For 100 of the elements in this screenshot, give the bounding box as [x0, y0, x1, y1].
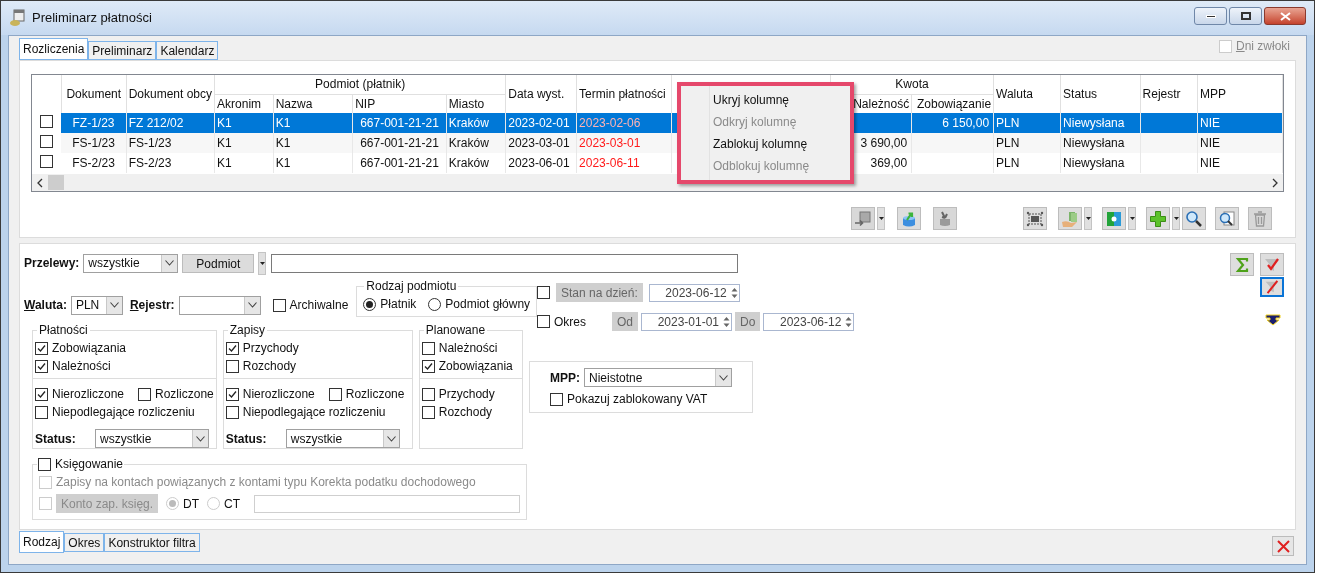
- checkbox[interactable]: [225, 387, 239, 401]
- radio-button[interactable]: [363, 297, 377, 311]
- dropdown-arrow-button[interactable]: [1084, 207, 1092, 230]
- column-header[interactable]: Data wyst.: [508, 87, 565, 101]
- checkbox[interactable]: [138, 387, 152, 401]
- column-header[interactable]: Rejestr: [1142, 87, 1181, 101]
- date-field[interactable]: 2023-06-12: [763, 312, 855, 331]
- spinner-icon: [722, 314, 731, 329]
- scrollbar-thumb[interactable]: [48, 175, 64, 190]
- date-field[interactable]: 2023-06-12: [648, 283, 740, 302]
- download-icon-button[interactable]: [933, 207, 957, 230]
- tab[interactable]: Okres: [64, 533, 105, 552]
- checkbox[interactable]: [328, 387, 342, 401]
- dropdown-arrow-button[interactable]: [258, 251, 267, 275]
- dropdown-arrow-button[interactable]: [877, 207, 885, 230]
- clear-filter-button[interactable]: [1260, 277, 1284, 297]
- column-header[interactable]: NIP: [355, 96, 376, 111]
- row-checkbox[interactable]: [40, 135, 54, 148]
- label-button[interactable]: Stan na dzień:: [556, 283, 643, 302]
- apply-filter-button[interactable]: [1260, 253, 1284, 276]
- spinner-icon: [844, 314, 854, 329]
- podmiot-field[interactable]: [271, 253, 739, 273]
- preview-icon-button[interactable]: [1215, 207, 1239, 230]
- table-cell: 2023-02-01: [508, 116, 570, 130]
- checkbox[interactable]: [35, 341, 48, 355]
- column-header[interactable]: Akronim: [217, 96, 262, 111]
- column-header[interactable]: Dokument obcy: [128, 87, 213, 101]
- tab[interactable]: Rozliczenia: [19, 38, 89, 60]
- column-header[interactable]: Dokument: [66, 87, 122, 101]
- menu-item[interactable]: Zablokuj kolumnę: [681, 133, 850, 155]
- puzzle-icon-button[interactable]: [1102, 207, 1126, 230]
- minimize-button[interactable]: [1194, 7, 1227, 25]
- column-header[interactable]: Nazwa: [275, 96, 313, 111]
- dropdown[interactable]: Nieistotne: [584, 368, 732, 387]
- column-header[interactable]: Status: [1063, 87, 1098, 101]
- column-header[interactable]: Zobowiązanie: [917, 96, 992, 111]
- dropdown-arrow-button[interactable]: [1128, 207, 1136, 230]
- checkbox[interactable]: [35, 387, 48, 401]
- caret-down-icon: [1129, 217, 1135, 220]
- search-icon-button[interactable]: [1182, 207, 1206, 230]
- account-field[interactable]: [254, 494, 521, 513]
- add-icon-button[interactable]: [1146, 207, 1170, 230]
- date-field[interactable]: 2023-01-01: [641, 312, 732, 331]
- checkbox-label: Okres: [554, 313, 586, 331]
- column-header[interactable]: Miasto: [448, 96, 485, 111]
- checkbox-label: Zapisy na kontach powiązanych z kontami typu Korekta podatku dochodowego: [56, 474, 476, 491]
- close-button[interactable]: [1264, 7, 1306, 25]
- tab[interactable]: Kalendarz: [156, 41, 219, 60]
- checkbox[interactable]: [225, 359, 239, 373]
- dropdown-arrow-button[interactable]: [1172, 207, 1180, 230]
- table-cell: Kraków: [448, 156, 489, 170]
- radio-button[interactable]: [428, 297, 442, 311]
- group-title: Rodzaj podmiotu: [366, 279, 457, 293]
- checkbox[interactable]: [421, 359, 435, 373]
- table-cell: 3 690,00: [860, 136, 908, 150]
- dropdown[interactable]: wszystkie: [95, 429, 209, 448]
- table-cell: Niewysłana: [1063, 156, 1125, 170]
- checkbox-label: Archiwalne: [289, 297, 349, 314]
- dropdown[interactable]: PLN: [70, 295, 123, 315]
- checkbox[interactable]: [421, 341, 435, 355]
- checkbox[interactable]: [35, 359, 48, 373]
- caret-down-icon: [878, 217, 884, 220]
- column-header[interactable]: Waluta: [996, 87, 1033, 101]
- podmiot-button[interactable]: Podmiot: [182, 253, 255, 273]
- chevron-down-icon: [247, 302, 257, 308]
- dropdown[interactable]: wszystkie: [285, 429, 400, 448]
- tab[interactable]: Konstruktor filtra: [104, 533, 200, 552]
- upload-icon-button[interactable]: [897, 207, 921, 230]
- table-cell: PLN: [996, 116, 1020, 130]
- checkbox[interactable]: [421, 387, 435, 401]
- column-header[interactable]: Termin płatności: [579, 87, 666, 101]
- checkbox[interactable]: [537, 315, 550, 328]
- checkbox[interactable]: [38, 457, 51, 471]
- checkbox[interactable]: [421, 405, 435, 419]
- row-checkbox[interactable]: [40, 155, 54, 168]
- label-button[interactable]: Od: [612, 312, 638, 331]
- table-cell: K1: [217, 136, 232, 150]
- row-checkbox[interactable]: [40, 115, 54, 128]
- caret-down-icon: [259, 261, 265, 265]
- checkbox[interactable]: [537, 286, 550, 299]
- checkbox[interactable]: [225, 405, 239, 419]
- dropdown[interactable]: [178, 295, 261, 315]
- column-header[interactable]: Należność: [853, 96, 910, 111]
- checkbox[interactable]: [35, 405, 48, 419]
- tab[interactable]: Rodzaj: [19, 531, 65, 553]
- menu-item[interactable]: Ukryj kolumnę: [681, 89, 850, 111]
- column-header[interactable]: MPP: [1200, 87, 1226, 101]
- dropdown[interactable]: wszystkie: [83, 253, 179, 273]
- ai-chip-icon-button[interactable]: [1023, 207, 1047, 230]
- checkbox[interactable]: [225, 341, 239, 355]
- maximize-button[interactable]: [1229, 7, 1262, 25]
- tab[interactable]: Preliminarz: [88, 41, 157, 60]
- table-cell: Niewysłana: [1063, 116, 1125, 130]
- down-arrow-icon[interactable]: [1265, 314, 1281, 326]
- export-box-icon-button[interactable]: [851, 207, 875, 230]
- checkbox[interactable]: [272, 298, 286, 312]
- label-button[interactable]: Do: [735, 312, 761, 331]
- checkbox[interactable]: [550, 392, 563, 406]
- close-button[interactable]: [1272, 536, 1294, 556]
- checkbox-label: Należności: [52, 358, 111, 375]
